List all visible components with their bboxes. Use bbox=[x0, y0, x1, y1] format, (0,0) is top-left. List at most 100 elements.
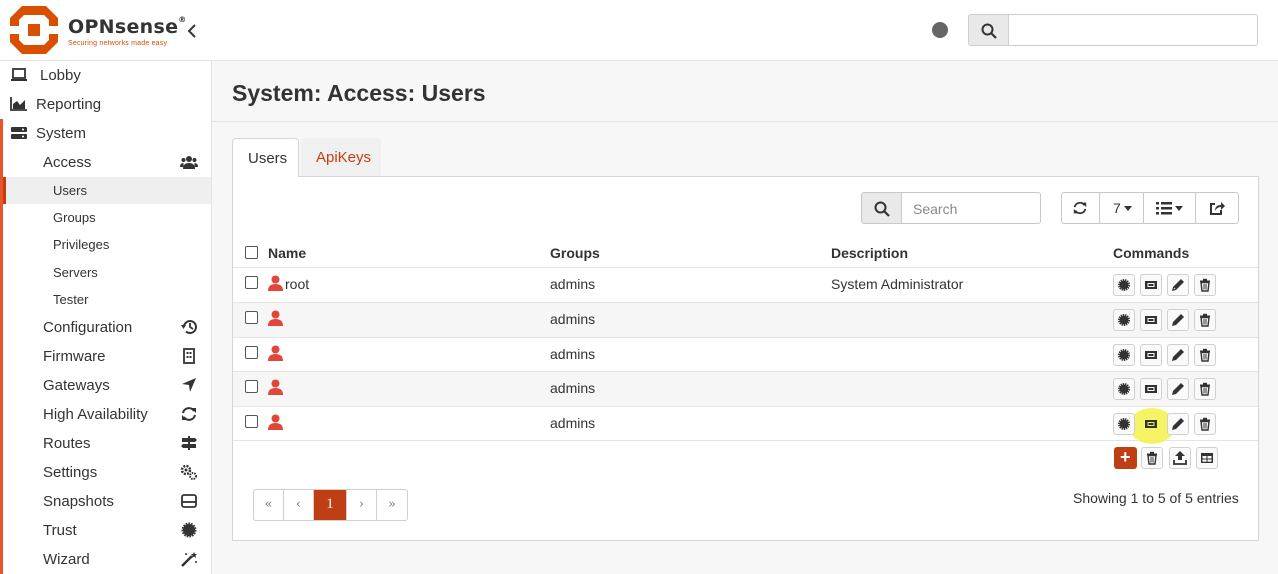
sidebar-item-users[interactable]: Users bbox=[3, 177, 211, 204]
edit-button[interactable] bbox=[1167, 309, 1189, 331]
delete-button[interactable] bbox=[1194, 378, 1216, 400]
sidebar-item-access[interactable]: Access bbox=[3, 148, 211, 177]
certificate-icon bbox=[1118, 314, 1130, 326]
pencil-icon bbox=[1172, 418, 1184, 430]
apikey-button[interactable] bbox=[1140, 344, 1162, 366]
apikey-button[interactable] bbox=[1140, 413, 1162, 435]
sidebar-item-reporting[interactable]: Reporting bbox=[0, 90, 211, 119]
hdd-icon bbox=[181, 494, 197, 508]
page-1[interactable]: 1 bbox=[314, 490, 347, 520]
sidebar-item-routes[interactable]: Routes bbox=[3, 429, 211, 458]
column-header-name[interactable]: Name bbox=[268, 245, 306, 261]
page-size-dropdown[interactable]: 7 bbox=[1100, 193, 1144, 223]
sidebar-item-snapshots[interactable]: Snapshots bbox=[3, 487, 211, 516]
certificate-icon bbox=[1118, 418, 1130, 430]
tab-users[interactable]: Users bbox=[232, 138, 299, 177]
sidebar-item-privileges[interactable]: Privileges bbox=[3, 231, 211, 258]
grid-search: Search bbox=[861, 192, 1042, 224]
refresh-icon bbox=[182, 407, 196, 421]
sidebar-item-high-availability[interactable]: High Availability bbox=[3, 400, 211, 429]
building-icon bbox=[183, 348, 195, 364]
export-table-button[interactable] bbox=[1196, 447, 1218, 469]
ticket-icon bbox=[1145, 316, 1157, 324]
sidebar-item-lobby[interactable]: Lobby bbox=[0, 61, 211, 90]
table-row[interactable]: admins bbox=[233, 371, 1258, 406]
edit-button[interactable] bbox=[1167, 378, 1189, 400]
apikey-button[interactable] bbox=[1140, 378, 1162, 400]
status-indicator[interactable] bbox=[932, 22, 948, 38]
laptop-icon bbox=[11, 68, 27, 81]
trash-icon bbox=[1200, 417, 1210, 431]
edit-button[interactable] bbox=[1167, 274, 1189, 296]
page-first[interactable]: « bbox=[254, 490, 284, 520]
pencil-icon bbox=[1172, 279, 1184, 291]
certificate-button[interactable] bbox=[1113, 274, 1135, 296]
certificate-button[interactable] bbox=[1113, 309, 1135, 331]
pencil-icon bbox=[1172, 349, 1184, 361]
table-row[interactable]: admins bbox=[233, 337, 1258, 372]
sidebar-item-groups[interactable]: Groups bbox=[3, 204, 211, 231]
brand-tagline: Securing networks made easy bbox=[68, 40, 168, 47]
brand-logo[interactable]: OPNsense® Securing networks made easy bbox=[10, 6, 190, 54]
grid-search-button[interactable] bbox=[861, 192, 902, 224]
edit-button[interactable] bbox=[1167, 344, 1189, 366]
delete-selected-button[interactable] bbox=[1141, 447, 1163, 469]
sidebar-item-servers[interactable]: Servers bbox=[3, 259, 211, 286]
page-next[interactable]: › bbox=[347, 490, 377, 520]
columns-dropdown[interactable] bbox=[1144, 193, 1196, 223]
row-checkbox[interactable] bbox=[245, 380, 258, 393]
export-button[interactable] bbox=[1196, 193, 1238, 223]
select-all-checkbox[interactable] bbox=[245, 246, 258, 259]
user-groups: admins bbox=[550, 346, 596, 362]
apikey-button[interactable] bbox=[1140, 309, 1162, 331]
table-row[interactable]: admins bbox=[233, 302, 1258, 337]
page-prev[interactable]: ‹ bbox=[284, 490, 314, 520]
sidebar-item-configuration[interactable]: Configuration bbox=[3, 313, 211, 342]
trash-icon bbox=[1200, 313, 1210, 327]
delete-button[interactable] bbox=[1194, 274, 1216, 296]
table-row[interactable]: admins bbox=[233, 406, 1258, 441]
delete-button[interactable] bbox=[1194, 309, 1216, 331]
global-search bbox=[968, 14, 1258, 46]
certificate-icon bbox=[1118, 349, 1130, 361]
location-arrow-icon bbox=[182, 378, 196, 392]
column-header-groups[interactable]: Groups bbox=[550, 245, 600, 261]
table-row[interactable]: root admins System Administrator bbox=[233, 267, 1258, 302]
tab-apikeys[interactable]: ApiKeys bbox=[301, 138, 381, 177]
user-name: root bbox=[285, 276, 310, 292]
certificate-icon bbox=[1118, 279, 1130, 291]
sidebar-item-settings[interactable]: Settings bbox=[3, 458, 211, 487]
sidebar-item-wizard[interactable]: Wizard bbox=[3, 545, 211, 574]
refresh-button[interactable] bbox=[1062, 193, 1100, 223]
edit-button[interactable] bbox=[1167, 413, 1189, 435]
sidebar-item-tester[interactable]: Tester bbox=[3, 286, 211, 313]
trash-icon bbox=[1147, 451, 1157, 465]
page-last[interactable]: » bbox=[377, 490, 407, 520]
certificate-button[interactable] bbox=[1113, 344, 1135, 366]
chevron-left-icon[interactable] bbox=[184, 21, 200, 41]
row-checkbox[interactable] bbox=[245, 346, 258, 359]
certificate-button[interactable] bbox=[1113, 378, 1135, 400]
column-header-description[interactable]: Description bbox=[831, 245, 908, 261]
map-signs-icon bbox=[181, 436, 197, 450]
sidebar-item-trust[interactable]: Trust bbox=[3, 516, 211, 545]
import-button[interactable] bbox=[1169, 447, 1191, 469]
delete-button[interactable] bbox=[1194, 344, 1216, 366]
user-icon bbox=[268, 414, 283, 430]
row-checkbox[interactable] bbox=[245, 276, 258, 289]
add-user-button[interactable]: + bbox=[1114, 447, 1137, 469]
opnsense-logo-icon bbox=[10, 6, 58, 54]
apikey-button[interactable] bbox=[1140, 274, 1162, 296]
global-search-input[interactable] bbox=[1008, 14, 1258, 46]
row-checkbox[interactable] bbox=[245, 415, 258, 428]
delete-button[interactable] bbox=[1194, 413, 1216, 435]
certificate-button[interactable] bbox=[1113, 413, 1135, 435]
search-addon[interactable] bbox=[968, 14, 1009, 46]
grid-search-input[interactable]: Search bbox=[901, 192, 1041, 224]
sidebar-item-system[interactable]: System bbox=[0, 119, 211, 148]
ticket-icon bbox=[1145, 420, 1157, 428]
sidebar-item-firmware[interactable]: Firmware bbox=[3, 342, 211, 371]
sidebar-item-gateways[interactable]: Gateways bbox=[3, 371, 211, 400]
row-checkbox[interactable] bbox=[245, 311, 258, 324]
user-groups: admins bbox=[550, 380, 596, 396]
